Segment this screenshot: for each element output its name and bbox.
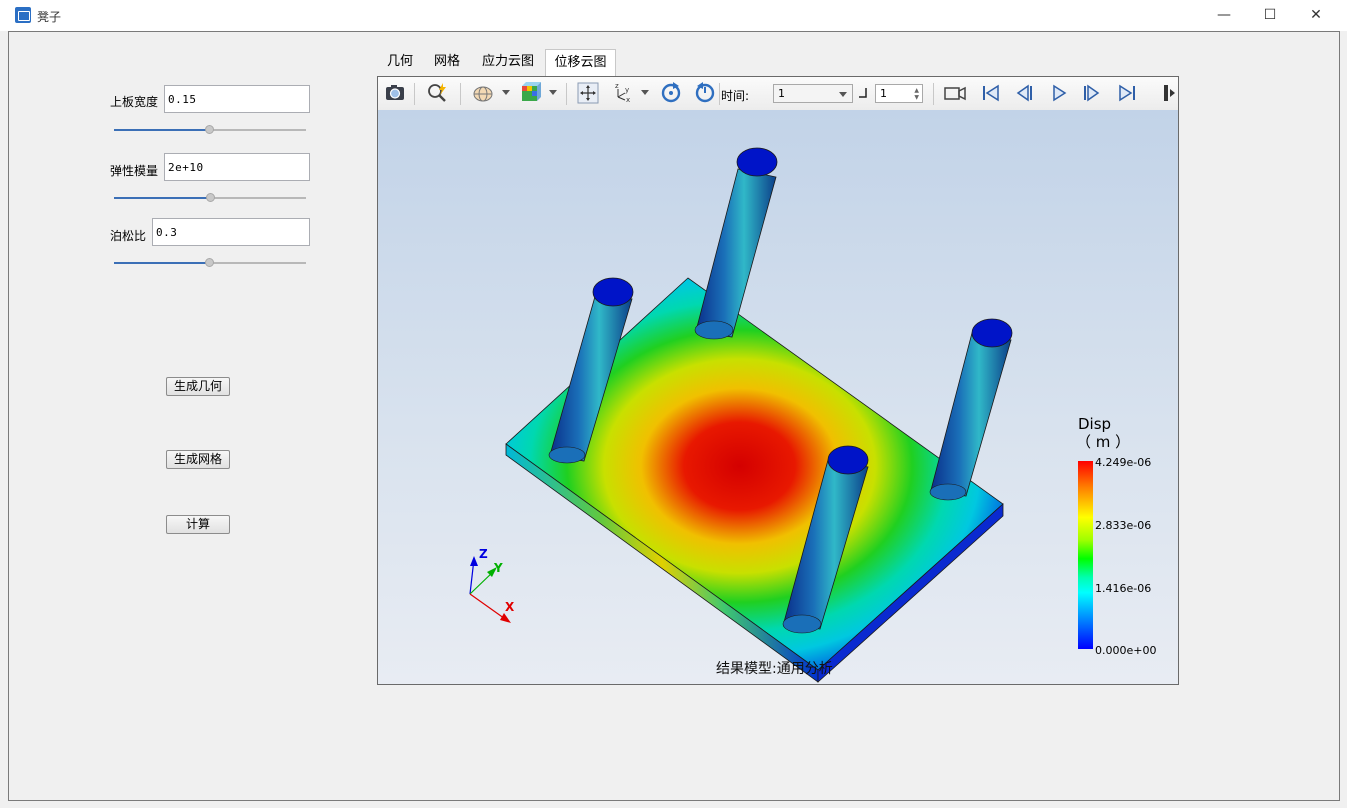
time-select-value: 1 (778, 87, 785, 100)
pan-icon[interactable] (576, 81, 600, 105)
compute-button[interactable]: 计算 (166, 515, 230, 534)
title-bar: 凳子 — ☐ ✕ (0, 0, 1347, 31)
maximize-button[interactable]: ☐ (1247, 0, 1293, 31)
frame-spinbox-value: 1 (880, 87, 887, 100)
poisson-slider[interactable] (114, 256, 306, 270)
svg-text:y: y (625, 86, 629, 94)
contour-style-icon[interactable] (519, 81, 543, 105)
leg-back-top (694, 147, 778, 340)
modulus-slider[interactable] (114, 191, 306, 205)
display-mode-icon[interactable] (471, 81, 495, 105)
modulus-label: 弹性模量 (110, 164, 159, 178)
plate-top-surface (505, 277, 1004, 671)
tab-stress-contour[interactable]: 应力云图 (473, 49, 543, 75)
frame-spinbox[interactable]: 1 ▲ ▼ (875, 84, 923, 103)
legend-unit: （ m ） (1076, 433, 1131, 451)
rotate-ccw-icon[interactable] (693, 81, 717, 105)
poisson-input[interactable]: 0.3 (152, 218, 310, 246)
frame-step-icon (859, 88, 867, 98)
svg-text:x: x (626, 96, 630, 104)
play-icon[interactable] (1047, 81, 1071, 105)
axis-y-label: Y (494, 561, 503, 575)
spin-arrows-icon[interactable]: ▲ ▼ (914, 87, 919, 101)
camera-icon[interactable] (383, 81, 407, 105)
slider-thumb[interactable] (205, 125, 214, 134)
slider-filled-track (114, 262, 210, 264)
rotate-cw-icon[interactable] (659, 81, 683, 105)
window-title: 凳子 (37, 10, 62, 24)
leg-right (929, 318, 1013, 501)
legend-value-2: 2.833e-06 (1095, 519, 1152, 532)
axes-icon[interactable]: z yx (612, 81, 636, 105)
svg-text:z: z (615, 82, 619, 90)
legend-color-bar (1078, 461, 1093, 649)
video-record-icon[interactable] (943, 81, 967, 105)
result-viewer[interactable]: zyx 时间: 1 1 ▲ ▼ Z Y X Disp （ m ） 4.249e-… (377, 76, 1179, 685)
first-frame-icon[interactable] (979, 81, 1003, 105)
next-frame-icon[interactable] (1080, 81, 1104, 105)
poisson-label: 泊松比 (110, 229, 147, 243)
toolbar-overflow-icon[interactable] (1164, 81, 1176, 105)
tab-geometry[interactable]: 几何 (378, 49, 422, 75)
time-select[interactable]: 1 (773, 84, 853, 103)
zoom-fit-icon[interactable] (426, 81, 450, 105)
viewer-toolbar: zyx 时间: 1 1 ▲ ▼ (378, 77, 1178, 111)
minimize-button[interactable]: — (1201, 0, 1247, 31)
generate-geometry-button[interactable]: 生成几何 (166, 377, 230, 396)
slider-filled-track (114, 197, 211, 199)
slider-empty-track (211, 197, 306, 199)
slider-thumb[interactable] (205, 258, 214, 267)
displacement-model (469, 147, 1013, 683)
width-input[interactable]: 0.15 (164, 85, 310, 113)
tab-mesh[interactable]: 网格 (424, 49, 470, 75)
tab-displacement-contour[interactable]: 位移云图 (545, 49, 616, 76)
3d-scene[interactable]: Z Y X Disp （ m ） 4.249e-06 2.833e-06 1.4… (378, 110, 1178, 684)
axis-x-label: X (505, 600, 515, 614)
slider-empty-track (210, 129, 306, 131)
close-button[interactable]: ✕ (1293, 0, 1339, 31)
last-frame-icon[interactable] (1115, 81, 1139, 105)
width-slider[interactable] (114, 123, 306, 137)
display-mode-dropdown-arrow[interactable] (502, 90, 510, 95)
slider-thumb[interactable] (206, 193, 215, 202)
axes-dropdown-arrow[interactable] (641, 90, 649, 95)
app-icon (15, 7, 31, 23)
legend-value-min: 0.000e+00 (1095, 644, 1157, 657)
slider-empty-track (210, 262, 306, 264)
prev-frame-icon[interactable] (1012, 81, 1036, 105)
legend-value-max: 4.249e-06 (1095, 456, 1152, 469)
chevron-down-icon (839, 92, 847, 97)
axis-z-label: Z (479, 547, 488, 561)
modulus-input[interactable]: 2e+10 (164, 153, 310, 181)
time-label: 时间: (721, 89, 750, 103)
width-label: 上板宽度 (110, 95, 159, 109)
slider-filled-track (114, 129, 210, 131)
contour-dropdown-arrow[interactable] (549, 90, 557, 95)
legend-value-3: 1.416e-06 (1095, 582, 1152, 595)
result-model-label: 结果模型:通用分析 (716, 661, 833, 677)
generate-mesh-button[interactable]: 生成网格 (166, 450, 230, 469)
